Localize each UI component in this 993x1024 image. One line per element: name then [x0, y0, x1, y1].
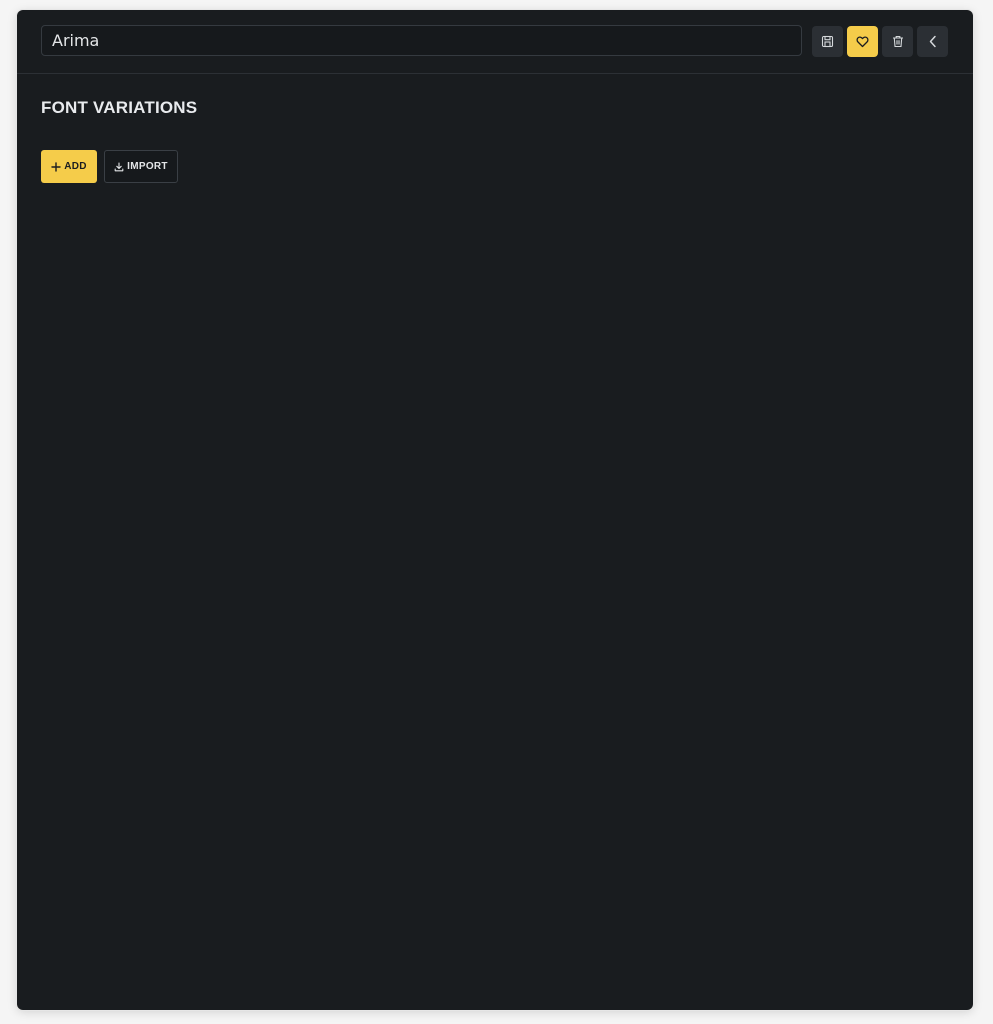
heart-icon: [856, 35, 869, 48]
favorite-button[interactable]: [847, 26, 878, 57]
download-icon: [114, 161, 124, 172]
plus-icon: [51, 161, 61, 172]
chevron-left-icon: [928, 35, 938, 48]
section-title: FONT VARIATIONS: [41, 98, 198, 117]
save-button[interactable]: [812, 26, 843, 57]
add-variation-button[interactable]: ADD: [41, 150, 97, 183]
save-icon: [821, 35, 834, 48]
panel-header: [17, 10, 973, 74]
import-button-label: IMPORT: [127, 161, 168, 172]
font-editor-panel: FONT VARIATIONS ADD IMPORT: [17, 10, 973, 1010]
add-button-label: ADD: [64, 161, 87, 172]
delete-button[interactable]: [882, 26, 913, 57]
back-button[interactable]: [917, 26, 948, 57]
font-name-input[interactable]: [41, 25, 802, 56]
import-button[interactable]: IMPORT: [104, 150, 178, 183]
trash-icon: [892, 35, 904, 48]
